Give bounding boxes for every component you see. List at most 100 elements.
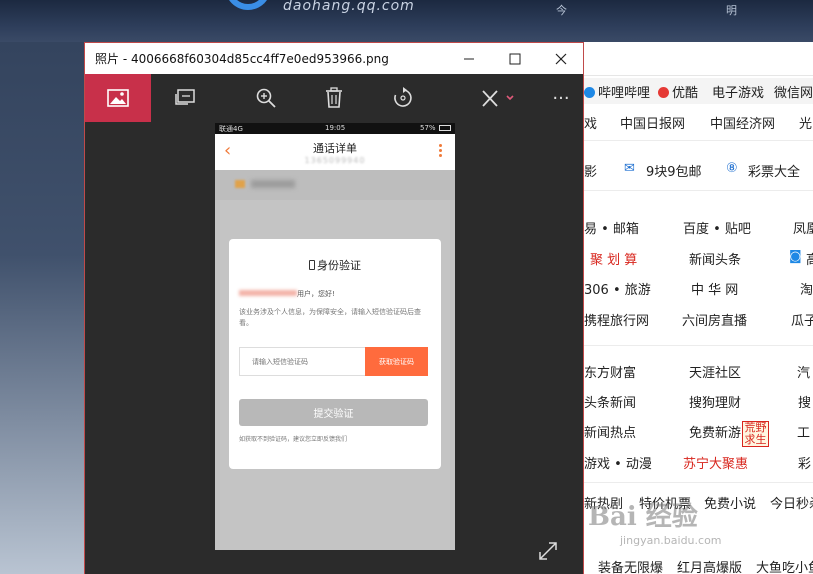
link[interactable]: 中国日报网 — [620, 113, 685, 132]
help-hint-text: 如获取不到验证码，建议您立即反馈我们 — [239, 436, 348, 443]
lottery-icon: ⑧ — [726, 161, 738, 176]
link[interactable]: 天涯社区 — [689, 362, 741, 381]
app-header-title: 通话详单 — [313, 142, 357, 155]
site-domain: daohang.qq.com — [283, 0, 415, 14]
divider — [584, 140, 813, 141]
slideshow-icon — [175, 89, 195, 105]
link[interactable]: 新闻头条 — [689, 249, 741, 268]
more-options-button[interactable]: ··· — [528, 74, 594, 122]
link[interactable]: 搜 — [798, 392, 811, 411]
link[interactable]: 新闻热点 — [584, 422, 636, 441]
link[interactable]: 彩票大全 — [748, 161, 800, 180]
window-titlebar[interactable]: 照片 - 4006668f60304d85cc4ff7e0ed953966.pn… — [85, 43, 583, 74]
app-header-phone-number: 1365099940 — [304, 156, 366, 165]
rotate-icon — [394, 87, 412, 107]
site-bar: 哔哩哔哩 优酷 电子游戏 微信网 — [584, 78, 813, 104]
browser-header-banner: daohang.qq.com 今 明 — [0, 0, 813, 42]
weather-today-label: 今 — [556, 4, 567, 17]
link[interactable]: 易 • 邮箱 — [584, 218, 639, 237]
photos-app-window: 照片 - 4006668f60304d85cc4ff7e0ed953966.pn… — [84, 42, 584, 574]
time-label: 19:05 — [325, 124, 346, 132]
maximize-button[interactable] — [492, 43, 538, 74]
background-left-strip — [0, 42, 84, 574]
sms-code-input[interactable] — [240, 348, 365, 375]
site-link-youku[interactable]: 优酷 — [658, 82, 698, 101]
link[interactable]: 头条新闻 — [584, 392, 636, 411]
link[interactable]: 306 • 旅游 — [584, 279, 651, 298]
mail-icon: ✉ — [624, 161, 635, 176]
zoom-in-icon — [256, 88, 276, 108]
link[interactable]: 免费新游 — [689, 422, 741, 441]
collection-button[interactable] — [85, 74, 151, 122]
link[interactable]: 光 — [799, 113, 812, 132]
identity-verification-dialog: 身份验证 用户，您好! 该业务涉及个人信息，为保障安全，请输入短信验证码后查看。… — [229, 239, 441, 469]
link[interactable]: 中 华 网 — [691, 279, 738, 298]
link[interactable]: 游戏 • 动漫 — [584, 453, 652, 472]
redacted-phone-number — [239, 290, 297, 296]
battery-icon — [439, 125, 451, 131]
blurred-content-row — [215, 170, 455, 200]
fullscreen-button[interactable] — [537, 540, 559, 562]
link[interactable]: 聚 划 算 — [590, 249, 637, 268]
browser-search-area — [584, 42, 813, 76]
greeting-text: 用户，您好! — [239, 289, 335, 299]
watermark-url: jingyan.baidu.com — [620, 534, 722, 547]
rotate-button[interactable] — [370, 74, 436, 122]
photos-toolbar: ··· — [85, 74, 583, 122]
link[interactable]: 六间房直播 — [682, 310, 747, 329]
close-icon — [555, 53, 567, 64]
close-button[interactable] — [538, 43, 584, 74]
phone-icon — [309, 260, 315, 270]
divider — [584, 482, 813, 483]
link[interactable]: 高 — [806, 249, 813, 268]
link[interactable]: 东方财富 — [584, 362, 636, 381]
get-code-button[interactable]: 获取验证码 — [365, 347, 428, 376]
phone-screenshot: 联通4G 19:05 57% ‹ 通话详单 1365099940 身份验证 用户… — [215, 123, 455, 550]
link[interactable]: 凤凰 — [793, 218, 813, 237]
qq-logo-icon — [225, 0, 271, 10]
phone-status-bar: 联通4G 19:05 57% — [215, 123, 455, 134]
battery-label: 57% — [420, 124, 436, 132]
edit-button[interactable] — [465, 74, 531, 122]
image-icon — [107, 89, 129, 107]
blurred-text — [251, 180, 295, 188]
more-vertical-icon[interactable] — [439, 144, 443, 159]
promo-badge[interactable]: 荒野求生 — [742, 421, 769, 447]
site-link-games[interactable]: 电子游戏 — [712, 82, 764, 101]
baidu-jingyan-watermark: Bai 经验 jingyan.baidu.com — [588, 496, 788, 566]
link[interactable]: 影 — [584, 161, 597, 180]
link[interactable]: 9块9包邮 — [646, 161, 702, 180]
window-title: 照片 - 4006668f60304d85cc4ff7e0ed953966.pn… — [95, 52, 389, 66]
link[interactable]: 苏宁大聚惠 — [683, 453, 748, 472]
link[interactable]: 淘 — [800, 279, 813, 298]
weather-tomorrow-label: 明 — [726, 4, 737, 17]
link[interactable]: 百度 • 贴吧 — [683, 218, 751, 237]
link[interactable]: 携程旅行网 — [584, 310, 649, 329]
carrier-label: 联通4G — [219, 125, 243, 133]
trash-icon — [326, 87, 342, 108]
edit-create-icon — [482, 90, 514, 107]
delete-button[interactable] — [301, 74, 367, 122]
link[interactable]: 汽 — [797, 362, 810, 381]
image-viewer: 联通4G 19:05 57% ‹ 通话详单 1365099940 身份验证 用户… — [85, 122, 583, 574]
divider — [584, 190, 813, 191]
minimize-icon — [464, 58, 474, 59]
zoom-button[interactable] — [233, 74, 299, 122]
blurred-icon — [235, 180, 245, 188]
link[interactable]: 工 — [797, 422, 810, 441]
link[interactable]: 瓜子 — [791, 310, 813, 329]
submit-verification-button[interactable]: 提交验证 — [239, 399, 428, 426]
maximize-icon — [509, 53, 521, 64]
watermark-logo: Bai 经验 — [588, 502, 698, 532]
minimize-button[interactable] — [446, 43, 492, 74]
sms-code-field[interactable] — [239, 347, 365, 376]
link[interactable]: 彩 — [798, 453, 811, 472]
app-icon: ◙ — [789, 249, 802, 264]
site-link-wechat[interactable]: 微信网 — [774, 82, 813, 101]
security-info-text: 该业务涉及个人信息，为保障安全，请输入短信验证码后查看。 — [239, 308, 421, 327]
expand-icon — [539, 542, 557, 560]
link[interactable]: 搜狗理财 — [689, 392, 741, 411]
slideshow-button[interactable] — [152, 74, 218, 122]
link[interactable]: 中国经济网 — [710, 113, 775, 132]
app-header: ‹ 通话详单 1365099940 — [215, 134, 455, 170]
